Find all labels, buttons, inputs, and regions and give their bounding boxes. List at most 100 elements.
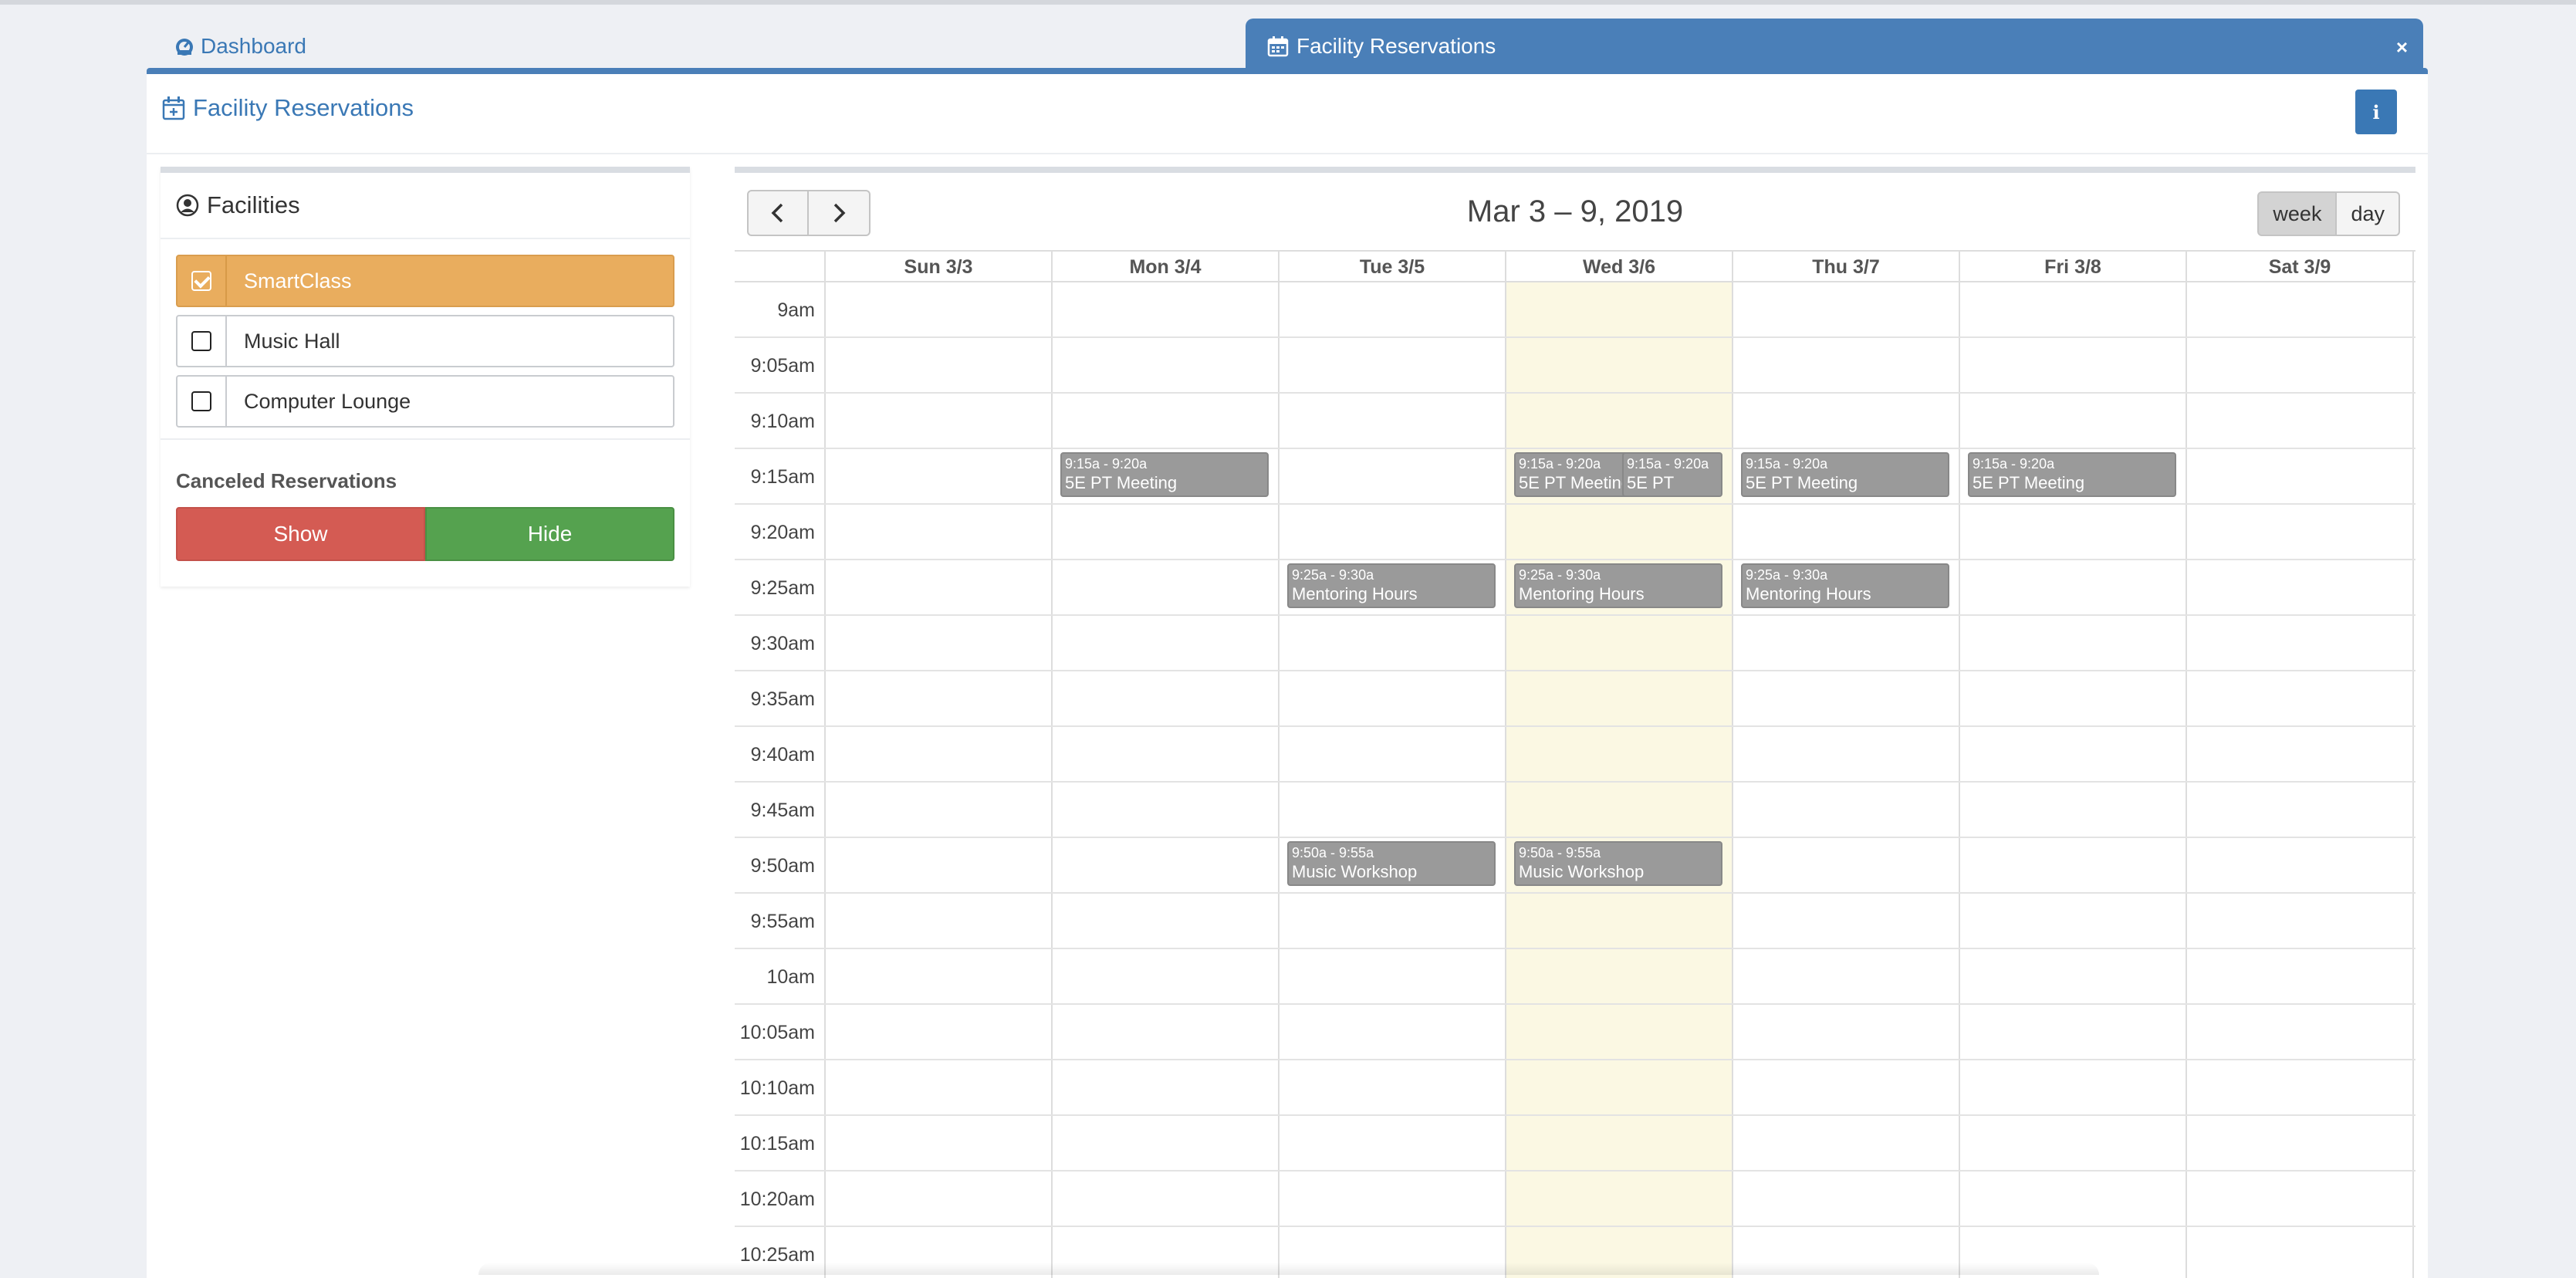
unchecked-icon (191, 391, 211, 411)
tab-underline (147, 68, 2428, 74)
calendar-event[interactable]: 9:25a - 9:30a Mentoring Hours (1287, 563, 1496, 608)
hide-canceled-button[interactable]: Hide (425, 507, 674, 561)
event-title: Mentoring Hours (1519, 584, 1645, 604)
calendar-event[interactable]: 9:15a - 9:20a 5E PT (1622, 452, 1722, 497)
grid-row-line (735, 781, 2415, 783)
day-header-row: Sun 3/3 Mon 3/4 Tue 3/5 Wed 3/6 Thu 3/7 Fri 3… (735, 250, 2415, 282)
day-view-button[interactable]: day (2337, 191, 2400, 236)
event-title: Mentoring Hours (1292, 584, 1418, 604)
calendar-event[interactable]: 9:15a - 9:20a 5E PT Meeting (1741, 452, 1949, 497)
close-icon[interactable]: × (2396, 36, 2408, 59)
time-slot-label: 10:20am (739, 1188, 815, 1210)
time-slot-label: 9:55am (750, 911, 815, 932)
page-title-text: Facility Reservations (193, 94, 414, 121)
info-button[interactable]: i (2355, 90, 2397, 134)
calendar-icon (1267, 36, 1289, 57)
time-slot-label: 10:15am (739, 1133, 815, 1155)
calendar-event[interactable]: 9:50a - 9:55a Music Workshop (1514, 841, 1722, 886)
calendar: Mar 3 – 9, 2019 week day Sun 3/3 Mon 3/4 T… (735, 167, 2415, 1278)
chevron-left-icon (771, 203, 783, 223)
calendar-nav (747, 190, 870, 236)
next-week-button[interactable] (809, 190, 870, 236)
facility-label: Music Hall (244, 329, 340, 353)
window-top-rule (0, 0, 2576, 5)
time-slot-label: 9:50am (750, 855, 815, 877)
grid-row-line (735, 670, 2415, 671)
canceled-reservations-title: Canceled Reservations (176, 469, 397, 492)
facilities-header: Facilities (161, 173, 690, 239)
grid-row-line (735, 1170, 2415, 1172)
grid-row-line (735, 1114, 2415, 1116)
bottom-shadow (478, 1263, 2099, 1275)
dashboard-gauge-icon (174, 36, 194, 56)
facility-list: SmartClass Music Hall Computer Lounge (161, 239, 690, 428)
calendar-event[interactable]: 9:50a - 9:55a Music Workshop (1287, 841, 1496, 886)
time-slot-label: 10:10am (739, 1077, 815, 1099)
tab-facility-reservations-label: Facility Reservations (1296, 34, 1496, 58)
calendar-event[interactable]: 9:25a - 9:30a Mentoring Hours (1741, 563, 1949, 608)
grid-row-line (735, 1003, 2415, 1005)
grid-column-line (1278, 250, 1280, 1278)
week-view-button[interactable]: week (2257, 191, 2338, 236)
grid-column-line (824, 250, 826, 1278)
time-slot-label: 9:25am (750, 577, 815, 599)
unchecked-icon (191, 331, 211, 351)
grid-row-line (735, 559, 2415, 560)
event-title: 5E PT Meeting (1746, 473, 1858, 492)
event-title: Mentoring Hours (1746, 584, 1871, 604)
day-header: Fri 3/8 (1959, 252, 2186, 282)
calendar-event[interactable]: 9:15a - 9:20a 5E PT Meeting (1060, 452, 1269, 497)
calendar-title: Mar 3 – 9, 2019 (1466, 194, 1684, 228)
time-slot-label: 9:30am (750, 633, 815, 654)
time-slot-label: 9am (777, 299, 815, 321)
facility-item-music-hall[interactable]: Music Hall (176, 315, 674, 367)
prev-week-button[interactable] (747, 190, 809, 236)
event-title: 5E PT (1627, 473, 1675, 492)
facility-label: SmartClass (244, 269, 352, 292)
grid-row-line (735, 837, 2415, 838)
show-canceled-button[interactable]: Show (176, 507, 425, 561)
event-title: Music Workshop (1292, 862, 1418, 881)
time-slot-label: 9:10am (750, 411, 815, 432)
facility-label: Computer Lounge (244, 389, 411, 413)
time-slot-label: 9:15am (750, 466, 815, 488)
time-slot-label: 10am (766, 966, 815, 988)
facilities-sidebar: Facilities SmartClass Music Hall Compute… (161, 167, 690, 587)
tab-dashboard[interactable]: Dashboard (174, 29, 306, 63)
week-grid: Sun 3/3 Mon 3/4 Tue 3/5 Wed 3/6 Thu 3/7 Fri 3… (735, 250, 2415, 1278)
time-slot-label: 9:05am (750, 355, 815, 377)
event-time: 9:25a - 9:30a (1519, 567, 1601, 583)
calendar-plus-icon (162, 96, 185, 120)
chevron-right-icon (833, 203, 846, 223)
calendar-event[interactable]: 9:15a - 9:20a 5E PT Meeting (1968, 452, 2176, 497)
event-time: 9:15a - 9:20a (1973, 456, 2055, 472)
event-time: 9:50a - 9:55a (1519, 845, 1601, 860)
grid-row-line (735, 725, 2415, 727)
day-header: Sun 3/3 (824, 252, 1051, 282)
today-highlight (1506, 282, 1733, 1278)
calendar-event[interactable]: 9:25a - 9:30a Mentoring Hours (1514, 563, 1722, 608)
facility-checkbox[interactable] (177, 316, 227, 366)
event-time: 9:50a - 9:55a (1292, 845, 1374, 860)
event-title: 5E PT Meeting (1065, 473, 1178, 492)
grid-row-line (735, 892, 2415, 894)
time-slot-label: 9:40am (750, 744, 815, 766)
grid-row-line (735, 1226, 2415, 1227)
facility-checkbox[interactable] (177, 256, 227, 306)
day-header: Sat 3/9 (2186, 252, 2412, 282)
event-time: 9:15a - 9:20a (1746, 456, 1828, 472)
day-header: Thu 3/7 (1732, 252, 1959, 282)
grid-column-line (2186, 250, 2187, 1278)
facility-item-computer-lounge[interactable]: Computer Lounge (176, 375, 674, 428)
user-circle-icon (176, 194, 199, 217)
main-panel: Facility Reservations i Facilities Smart… (147, 74, 2428, 1278)
page-title: Facility Reservations (162, 94, 414, 122)
facility-checkbox[interactable] (177, 377, 227, 426)
grid-column-line (1505, 250, 1506, 1278)
event-time: 9:25a - 9:30a (1292, 567, 1374, 583)
facility-item-smartclass[interactable]: SmartClass (176, 255, 674, 307)
panel-header: Facility Reservations i (147, 74, 2428, 154)
time-slot-label: 9:20am (750, 522, 815, 543)
tab-facility-reservations[interactable]: Facility Reservations × (1246, 19, 2423, 74)
event-time: 9:25a - 9:30a (1746, 567, 1828, 583)
